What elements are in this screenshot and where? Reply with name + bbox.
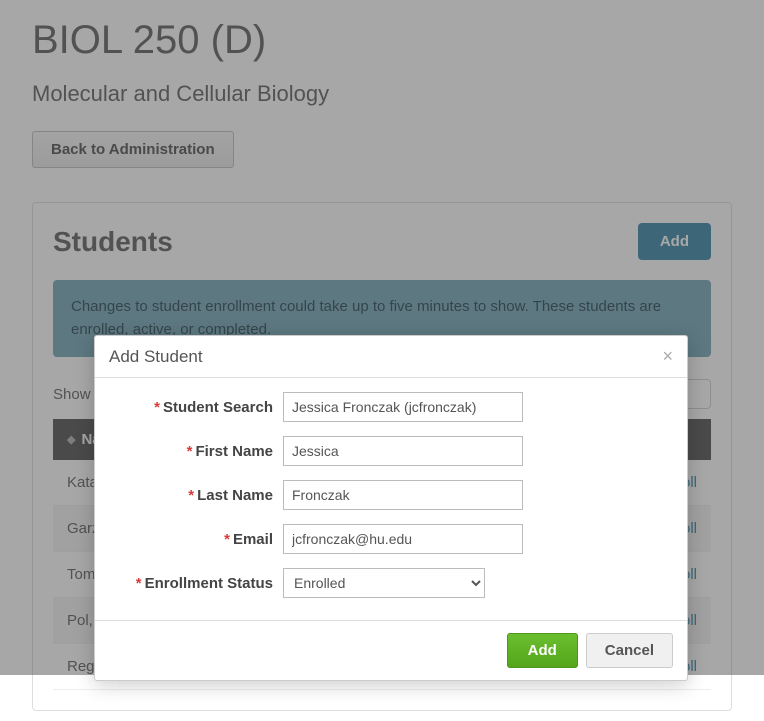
email-label: *Email — [113, 531, 283, 548]
first-name-input[interactable] — [283, 436, 523, 466]
close-icon[interactable]: × — [662, 346, 673, 367]
modal-footer: Add Cancel — [95, 620, 687, 680]
add-student-modal: Add Student × *Student Search *First Nam… — [94, 335, 688, 681]
form-row-search: *Student Search — [113, 392, 669, 422]
enrollment-status-label: *Enrollment Status — [113, 575, 283, 592]
modal-title: Add Student — [109, 347, 203, 367]
form-row-last-name: *Last Name — [113, 480, 669, 510]
student-search-input[interactable] — [283, 392, 523, 422]
form-row-enrollment-status: *Enrollment Status Enrolled — [113, 568, 669, 598]
email-input[interactable] — [283, 524, 523, 554]
last-name-label: *Last Name — [113, 487, 283, 504]
first-name-label: *First Name — [113, 443, 283, 460]
modal-cancel-button[interactable]: Cancel — [586, 633, 673, 668]
modal-add-button[interactable]: Add — [507, 633, 578, 668]
modal-body: *Student Search *First Name *Last Name *… — [95, 378, 687, 620]
form-row-first-name: *First Name — [113, 436, 669, 466]
form-row-email: *Email — [113, 524, 669, 554]
enrollment-status-select[interactable]: Enrolled — [283, 568, 485, 598]
modal-header: Add Student × — [95, 336, 687, 378]
student-search-label: *Student Search — [113, 399, 283, 416]
last-name-input[interactable] — [283, 480, 523, 510]
